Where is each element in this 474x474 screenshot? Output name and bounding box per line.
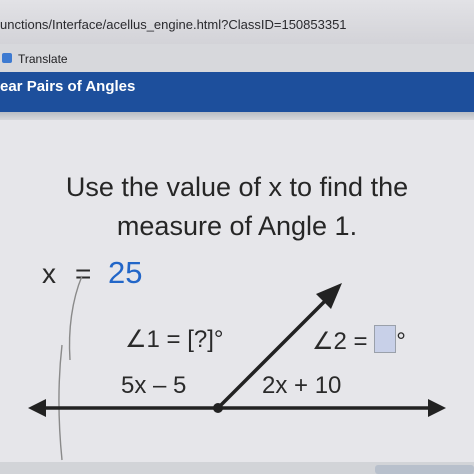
angle2-answer-box[interactable]	[374, 325, 397, 353]
angle1-prefix: ∠1 =	[125, 326, 188, 353]
submit-button[interactable]	[375, 465, 474, 474]
angle2-suffix: °	[396, 328, 406, 355]
angle2-expression: 2x + 10	[262, 372, 342, 399]
angle1-label: ∠1 = [?]°	[125, 325, 224, 354]
angle-diagram	[28, 275, 446, 461]
horizontal-line	[28, 399, 446, 417]
left-arrow-icon	[28, 399, 46, 417]
angle1-answer: [?]°	[187, 326, 224, 353]
pencil-marks	[58, 275, 83, 461]
angle2-label: ∠2 = °	[312, 325, 406, 356]
vertex-point	[213, 403, 223, 413]
angle2-prefix: ∠2 =	[312, 328, 375, 355]
angle1-expression: 5x – 5	[121, 372, 187, 399]
right-arrow-icon	[428, 399, 446, 417]
